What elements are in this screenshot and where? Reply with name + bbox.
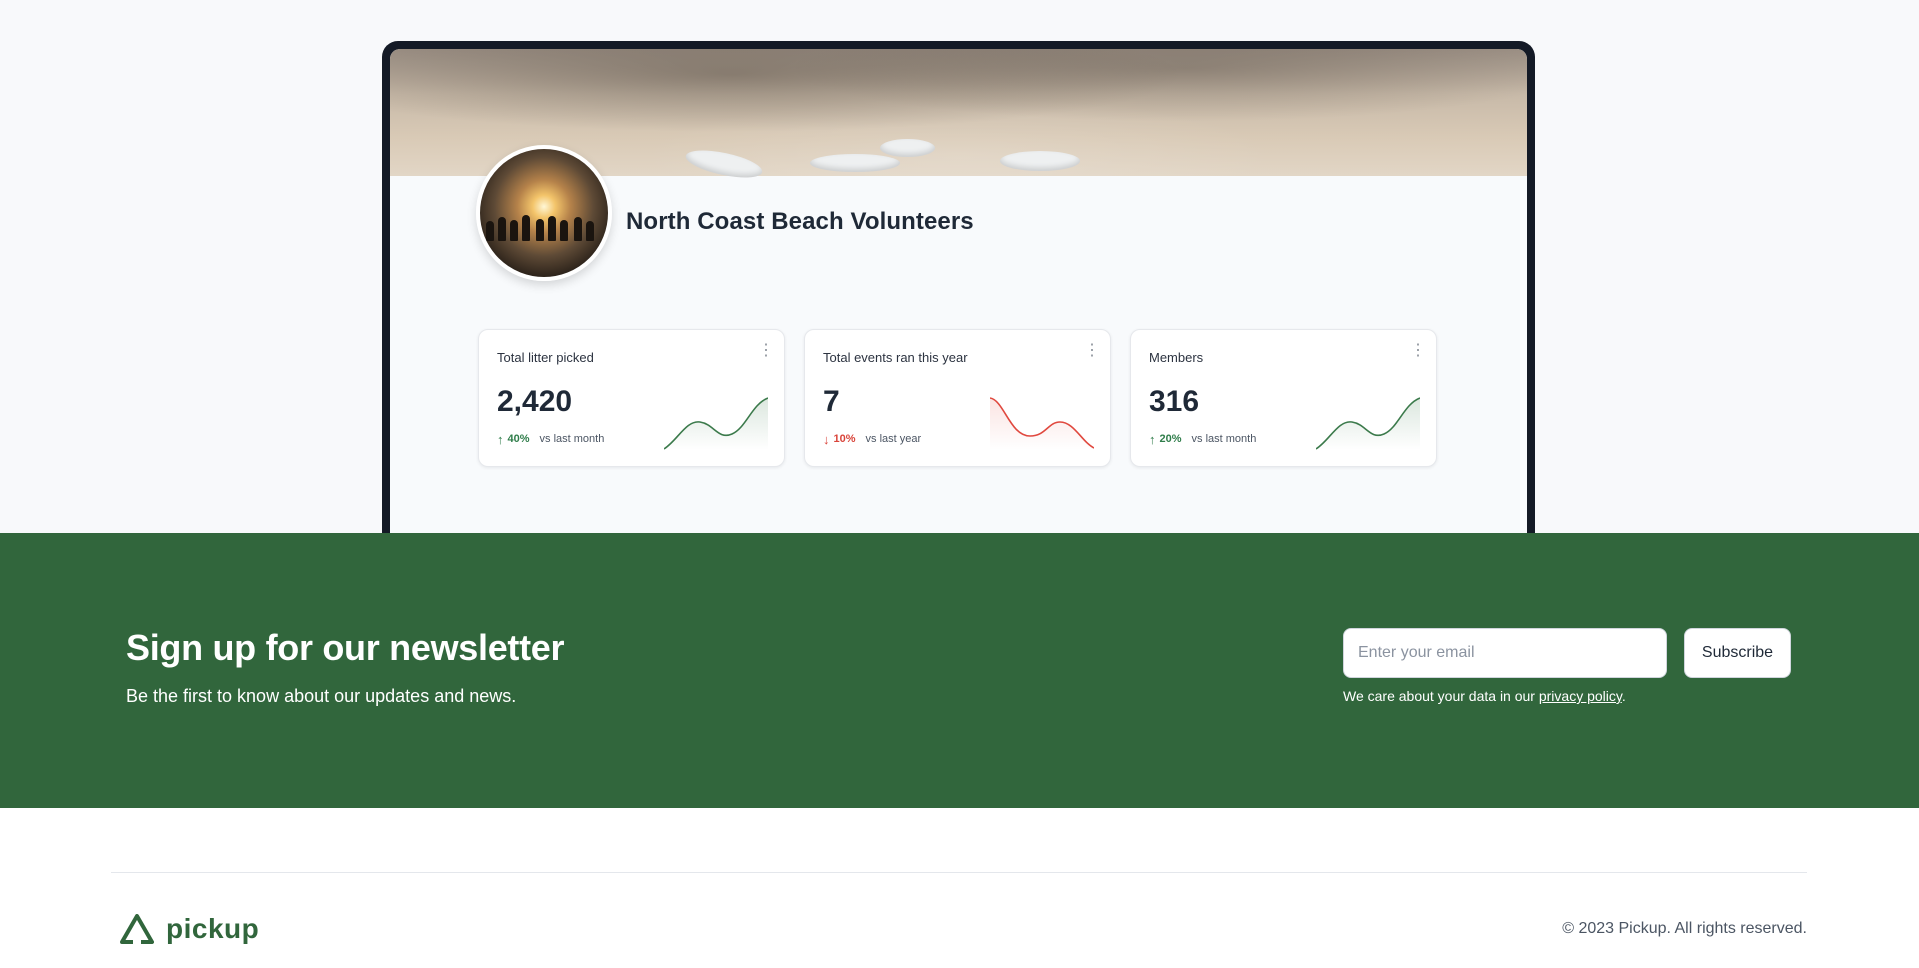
stat-card-members: Members ⋮ 316 ↑ 20% vs last month — [1130, 329, 1437, 467]
copyright-text: © 2023 Pickup. All rights reserved. — [1562, 920, 1807, 937]
stat-card-events: Total events ran this year ⋮ 7 ↓ 10% vs … — [804, 329, 1111, 467]
privacy-policy-link[interactable]: privacy policy — [1539, 688, 1622, 704]
more-vertical-icon[interactable]: ⋮ — [1084, 343, 1100, 362]
privacy-prefix: We care about your data in our — [1343, 688, 1539, 704]
stat-value: 7 — [823, 385, 840, 418]
privacy-note: We care about your data in our privacy p… — [1343, 688, 1626, 704]
privacy-suffix: . — [1621, 688, 1626, 704]
site-footer: pickup © 2023 Pickup. All rights reserve… — [0, 808, 1919, 968]
arrow-up-icon: ↑ — [1149, 431, 1156, 447]
stat-value: 2,420 — [497, 385, 573, 418]
subscribe-button[interactable]: Subscribe — [1684, 628, 1791, 678]
recycle-triangle-icon — [120, 914, 154, 944]
litter-cup — [683, 145, 765, 183]
stat-label: Total events ran this year — [823, 350, 968, 365]
stat-value: 316 — [1149, 385, 1200, 418]
newsletter-section: Sign up for our newsletter Be the first … — [0, 533, 1919, 808]
email-input[interactable] — [1343, 628, 1667, 678]
avatar-silhouettes — [480, 201, 608, 241]
stat-trend: ↓ 10% vs last year — [823, 431, 922, 447]
stat-change: 40% — [507, 433, 530, 445]
stat-card-litter: Total litter picked ⋮ 2,420 ↑ 40% vs las… — [478, 329, 785, 467]
newsletter-title: Sign up for our newsletter — [126, 627, 565, 668]
newsletter-subtitle: Be the first to know about our updates a… — [126, 686, 517, 706]
stat-change: 20% — [1159, 433, 1182, 445]
organization-avatar[interactable] — [476, 145, 612, 281]
more-vertical-icon[interactable]: ⋮ — [758, 343, 774, 362]
hero-section: North Coast Beach Volunteers Total litte… — [0, 0, 1919, 533]
litter-cup — [810, 154, 900, 172]
stat-comparison: vs last month — [539, 433, 605, 445]
litter-cup — [880, 139, 935, 157]
stat-comparison: vs last year — [865, 433, 922, 445]
profile-screen: North Coast Beach Volunteers Total litte… — [390, 49, 1527, 533]
footer-divider — [111, 872, 1807, 873]
footer-logo[interactable]: pickup — [120, 913, 259, 945]
stat-change: 10% — [833, 433, 856, 445]
sparkline-chart — [1316, 397, 1420, 450]
sparkline-chart — [664, 397, 768, 450]
arrow-up-icon: ↑ — [497, 431, 504, 447]
stat-comparison: vs last month — [1191, 433, 1257, 445]
sparkline-chart — [990, 397, 1094, 450]
stat-label: Members — [1149, 350, 1204, 365]
litter-cup — [1000, 151, 1080, 171]
organization-name: North Coast Beach Volunteers — [626, 208, 974, 235]
laptop-frame: North Coast Beach Volunteers Total litte… — [382, 41, 1535, 533]
logo-text: pickup — [166, 913, 260, 944]
more-vertical-icon[interactable]: ⋮ — [1410, 343, 1426, 362]
arrow-down-icon: ↓ — [823, 431, 830, 447]
stat-trend: ↑ 40% vs last month — [497, 431, 605, 447]
stat-trend: ↑ 20% vs last month — [1149, 431, 1257, 447]
stat-label: Total litter picked — [497, 350, 594, 365]
